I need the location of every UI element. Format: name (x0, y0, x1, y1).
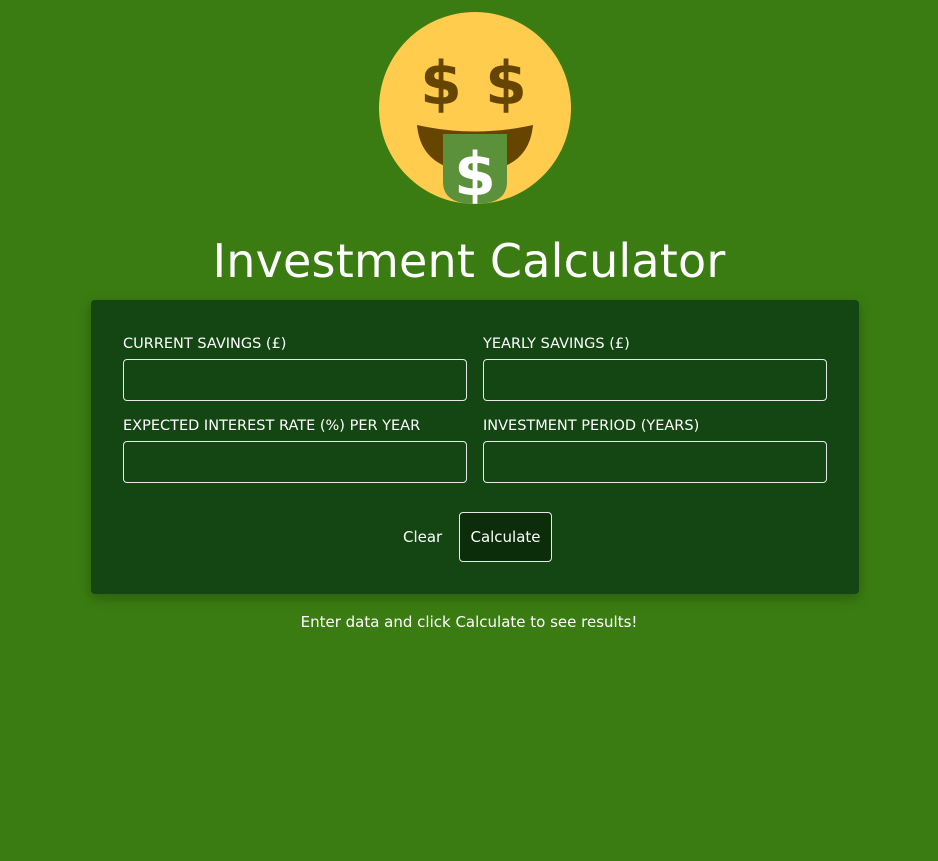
current-savings-field: CURRENT SAVINGS (£) (123, 335, 467, 401)
current-savings-label: CURRENT SAVINGS (£) (123, 336, 287, 352)
interest-rate-field: EXPECTED INTEREST RATE (%) PER YEAR (123, 417, 467, 483)
investment-period-input[interactable] (483, 441, 827, 483)
yearly-savings-field: YEARLY SAVINGS (£) (483, 335, 827, 401)
form-actions: Clear Calculate (91, 512, 859, 562)
clear-button[interactable]: Clear (398, 512, 447, 562)
svg-text:$: $ (454, 140, 496, 204)
svg-text:$: $ (420, 49, 462, 119)
page: $ $ $ Investment Calculator CURRENT SAVI… (0, 0, 938, 861)
interest-rate-label: EXPECTED INTEREST RATE (%) PER YEAR (123, 418, 421, 434)
investment-period-label: INVESTMENT PERIOD (YEARS) (483, 418, 700, 434)
current-savings-input[interactable] (123, 359, 467, 401)
results-message: Enter data and click Calculate to see re… (300, 613, 638, 631)
yearly-savings-label: YEARLY SAVINGS (£) (483, 336, 630, 352)
svg-text:$: $ (485, 49, 527, 119)
calculate-button[interactable]: Calculate (459, 512, 552, 562)
yearly-savings-input[interactable] (483, 359, 827, 401)
page-title: Investment Calculator (212, 234, 726, 288)
input-form: CURRENT SAVINGS (£) YEARLY SAVINGS (£) E… (91, 300, 859, 594)
investment-period-field: INVESTMENT PERIOD (YEARS) (483, 417, 827, 483)
money-mouth-face-icon: $ $ $ (379, 12, 571, 204)
interest-rate-input[interactable] (123, 441, 467, 483)
